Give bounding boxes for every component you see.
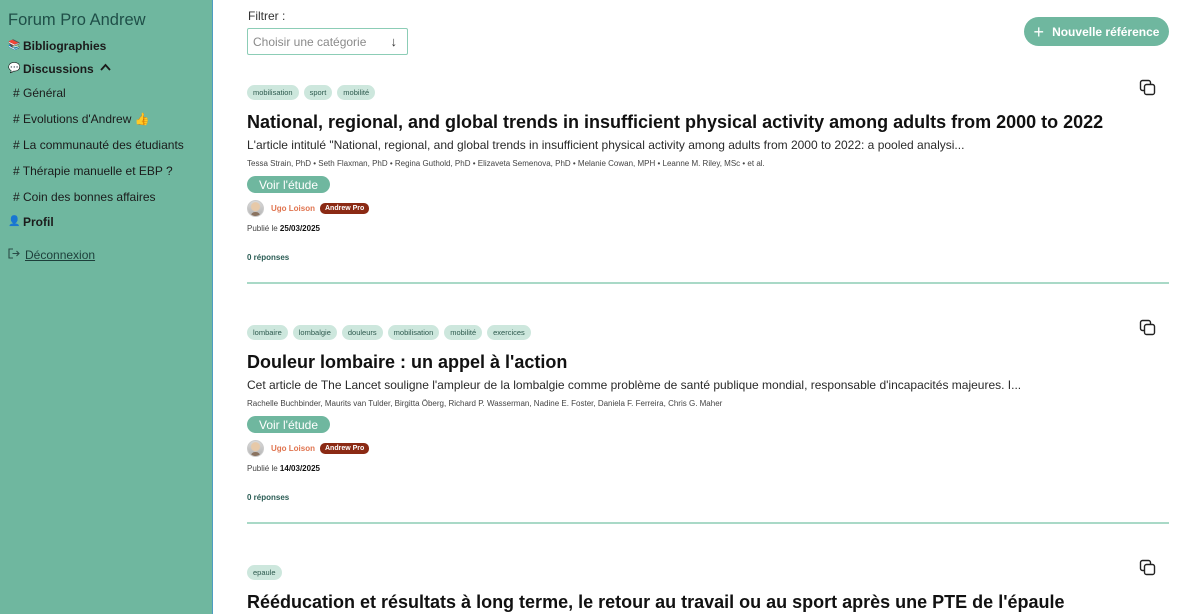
sidebar-item-bibliographies[interactable]: 📚 Bibliographies — [0, 34, 212, 57]
divider — [247, 282, 1169, 284]
copy-icon[interactable] — [1139, 319, 1157, 337]
sidebar-item-label: # Coin des bonnes affaires — [13, 190, 156, 204]
post-card: lombaire lombalgie douleurs mobilisation… — [247, 319, 1169, 504]
tag[interactable]: epaule — [247, 565, 282, 580]
view-study-button[interactable]: Voir l'étude — [247, 416, 330, 433]
chevron-up-icon[interactable] — [100, 62, 111, 74]
tag[interactable]: mobilisation — [387, 325, 440, 340]
post-card: epaule Rééducation et résultats à long t… — [247, 559, 1169, 613]
copy-icon[interactable] — [1139, 559, 1157, 577]
person-icon: 👤 — [8, 216, 21, 227]
speech-bubble-icon: 💬 — [8, 63, 21, 74]
new-reference-button[interactable]: + Nouvelle référence — [1024, 17, 1169, 46]
published-prefix: Publié le — [247, 463, 278, 473]
arrow-down-icon: ↓ — [390, 34, 398, 49]
tag[interactable]: sport — [303, 85, 333, 100]
avatar[interactable] — [247, 200, 264, 217]
filter-label: Filtrer : — [248, 9, 286, 23]
role-badge: Andrew Pro — [320, 443, 370, 454]
category-select[interactable]: Choisir une catégorie ↓ — [247, 28, 408, 55]
sidebar-item-evolutions[interactable]: # Evolutions d'Andrew 👍 — [0, 106, 212, 132]
post-card: mobilisation sport mobilité National, re… — [247, 79, 1169, 264]
poster-row: Ugo Loison Andrew Pro — [247, 440, 1169, 458]
logout-icon — [8, 248, 22, 262]
copy-icon[interactable] — [1139, 79, 1157, 97]
sidebar-item-label: # La communauté des étudiants — [13, 138, 184, 152]
sidebar-item-label: Bibliographies — [23, 38, 107, 53]
poster-name[interactable]: Ugo Loison — [271, 444, 315, 453]
tag[interactable]: lombalgie — [292, 325, 337, 340]
tag[interactable]: exercices — [487, 325, 531, 340]
published-prefix: Publié le — [247, 223, 278, 233]
role-badge: Andrew Pro — [320, 203, 370, 214]
published-date: Publié le 25/03/2025 — [247, 224, 1169, 235]
tag[interactable]: mobilisation — [247, 85, 299, 100]
avatar[interactable] — [247, 440, 264, 457]
new-reference-label: Nouvelle référence — [1052, 24, 1160, 39]
tag-list: mobilisation sport mobilité — [247, 85, 1169, 101]
main-content: Filtrer : Choisir une catégorie ↓ + Nouv… — [214, 0, 1200, 614]
tag-list: lombaire lombalgie douleurs mobilisation… — [247, 325, 1169, 341]
sidebar-item-label: Profil — [23, 214, 54, 229]
plus-icon: + — [1033, 21, 1045, 42]
replies-count[interactable]: 0 réponses — [247, 253, 1169, 264]
sidebar: Forum Pro Andrew 📚 Bibliographies 💬 Disc… — [0, 0, 213, 614]
category-select-placeholder: Choisir une catégorie — [253, 34, 367, 49]
sidebar-item-label: # Evolutions d'Andrew 👍 — [13, 112, 150, 126]
post-title[interactable]: National, regional, and global trends in… — [247, 111, 1169, 133]
tag[interactable]: douleurs — [341, 325, 383, 340]
books-icon: 📚 — [8, 40, 21, 51]
sidebar-item-profil[interactable]: 👤 Profil — [0, 210, 212, 233]
sidebar-item-label: Discussions — [23, 61, 94, 76]
published-date-value: 25/03/2025 — [279, 223, 320, 233]
sidebar-item-label: # Thérapie manuelle et EBP ? — [13, 164, 173, 178]
sidebar-item-label: # Général — [13, 86, 66, 100]
post-authors: Rachelle Buchbinder, Maurits van Tulder,… — [247, 399, 723, 408]
tag[interactable]: mobilité — [444, 325, 483, 340]
view-study-button[interactable]: Voir l'étude — [247, 176, 330, 193]
sidebar-item-bonnes-affaires[interactable]: # Coin des bonnes affaires — [0, 184, 212, 210]
post-authors: Tessa Strain, PhD • Seth Flaxman, PhD • … — [247, 159, 765, 168]
post-title[interactable]: Rééducation et résultats à long terme, l… — [247, 591, 1169, 613]
logout-label: Déconnexion — [25, 248, 96, 262]
sidebar-item-discussions[interactable]: 💬 Discussions — [0, 57, 212, 80]
logout-link[interactable]: Déconnexion — [0, 245, 212, 265]
sidebar-item-general[interactable]: # Général — [0, 80, 212, 106]
published-date-value: 14/03/2025 — [279, 463, 320, 473]
tag[interactable]: lombaire — [247, 325, 288, 340]
poster-name[interactable]: Ugo Loison — [271, 204, 315, 213]
published-date: Publié le 14/03/2025 — [247, 464, 1169, 475]
post-title[interactable]: Douleur lombaire : un appel à l'action — [247, 351, 1169, 373]
tag[interactable]: mobilité — [337, 85, 376, 100]
divider — [247, 522, 1169, 524]
post-excerpt: L'article intitulé "National, regional, … — [247, 138, 965, 152]
tag-list: epaule — [247, 565, 1169, 581]
post-excerpt: Cet article de The Lancet souligne l'amp… — [247, 378, 1022, 392]
replies-count[interactable]: 0 réponses — [247, 493, 1169, 504]
brand-title: Forum Pro Andrew — [8, 11, 146, 29]
sidebar-item-communaute-etudiants[interactable]: # La communauté des étudiants — [0, 132, 212, 158]
poster-row: Ugo Loison Andrew Pro — [247, 200, 1169, 218]
sidebar-item-therapie-manuelle[interactable]: # Thérapie manuelle et EBP ? — [0, 158, 212, 184]
